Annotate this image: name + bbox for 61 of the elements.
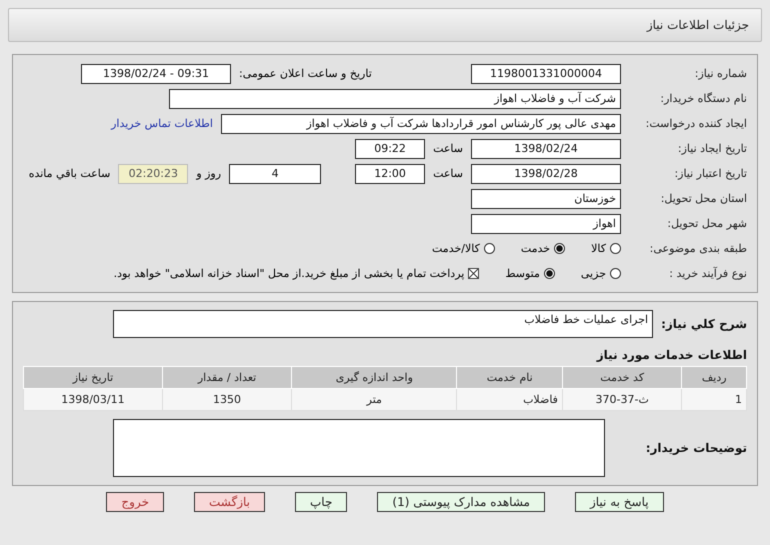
action-button[interactable]: پاسخ به نیاز (574, 492, 664, 512)
field-label: ایجاد کننده درخواست: (644, 117, 747, 130)
radio-button[interactable] (610, 243, 621, 254)
field-label: شماره نیاز: (694, 67, 747, 80)
field-label: شهر محل تحویل: (666, 217, 747, 230)
field-label: تاریخ ایجاد نیاز: (676, 142, 747, 155)
requester-field: مهدی عالی پور کارشناس امور قراردادها شرکت آب و فاضلاب اهواز (221, 114, 621, 134)
action-button[interactable]: خروج (106, 492, 164, 512)
date-field: 1398/02/28 (471, 164, 621, 184)
radio-button[interactable] (610, 268, 621, 279)
field-label: ساعت باقي مانده (28, 167, 110, 180)
buyer-org-field: شرکت آب و فاضلاب اهواز (169, 88, 621, 108)
days-field: 4 (229, 164, 322, 184)
column-header: تعداد / مقدار (162, 366, 292, 388)
time-field: 09:22 (355, 138, 426, 158)
table-cell: فاضلاب (456, 388, 562, 410)
table-cell: 1350 (162, 388, 292, 410)
field-label: توضیحات خریدار: (646, 441, 747, 455)
column-header: نام خدمت (456, 366, 562, 388)
field-label: تاریخ اعتبار نیاز: (673, 167, 747, 180)
field-label: طبقه بندی موضوعی: (648, 242, 747, 255)
radio-button[interactable] (544, 268, 555, 279)
option-label: جزیی (580, 267, 606, 280)
field-label: استان محل تحویل: (660, 192, 747, 205)
action-button[interactable]: مشاهده مدارک پیوستی (1) (377, 492, 545, 512)
option-label: متوسط (505, 267, 540, 280)
table-cell: متر (292, 388, 457, 410)
option-label: کالا/خدمت (432, 242, 480, 255)
action-button[interactable]: چاپ (295, 492, 348, 512)
summary-field: اجرای عملیات خط فاضلاب (113, 310, 654, 338)
time-field: 12:00 (355, 164, 426, 184)
column-header: کد خدمت (562, 366, 682, 388)
table-cell: 1 (682, 388, 746, 410)
field-label: روز و (196, 167, 222, 180)
announce-date-field: 1398/02/24 - 09:31 (81, 64, 231, 84)
action-button[interactable]: بازگشت (194, 492, 265, 512)
table-cell: ث-37-370 (562, 388, 682, 410)
buyer-contact-link[interactable]: اطلاعات تماس خریدار (111, 117, 213, 130)
remaining-time-field: 02:20:23 (118, 164, 188, 184)
field-label: نام دستگاه خریدار: (659, 92, 747, 105)
radio-button[interactable] (554, 243, 566, 254)
need-number-field: 1198001331000004 (471, 64, 621, 84)
option-label: کالا (591, 242, 606, 255)
checkbox-label: پرداخت تمام یا بخشی از مبلغ خرید.از محل "اسناد خزانه اسلامی" خواهد بود. (114, 267, 464, 280)
field-label: ساعت (433, 167, 463, 180)
option-label: خدمت (520, 242, 550, 255)
city-field: اهواز (471, 214, 621, 234)
section-title: اطلاعات خدمات مورد نیاز (595, 348, 747, 362)
checkbox[interactable] (468, 268, 480, 279)
column-header: تاریخ نیاز (24, 366, 162, 388)
page-title: جزئیات اطلاعات نیاز (646, 18, 749, 32)
column-header: واحد اندازه گیری (292, 366, 457, 388)
field-label: نوع فرآیند خرید : (668, 267, 747, 280)
field-label: شرح کلي نیاز: (661, 317, 747, 331)
field-label: تاریخ و ساعت اعلان عمومی: (239, 67, 372, 80)
radio-button[interactable] (484, 243, 495, 254)
column-header: ردیف (682, 366, 746, 388)
field-label: ساعت (433, 142, 463, 155)
date-field: 1398/02/24 (471, 138, 621, 158)
table-cell: 1398/03/11 (24, 388, 162, 410)
province-field: خوزستان (471, 188, 621, 208)
